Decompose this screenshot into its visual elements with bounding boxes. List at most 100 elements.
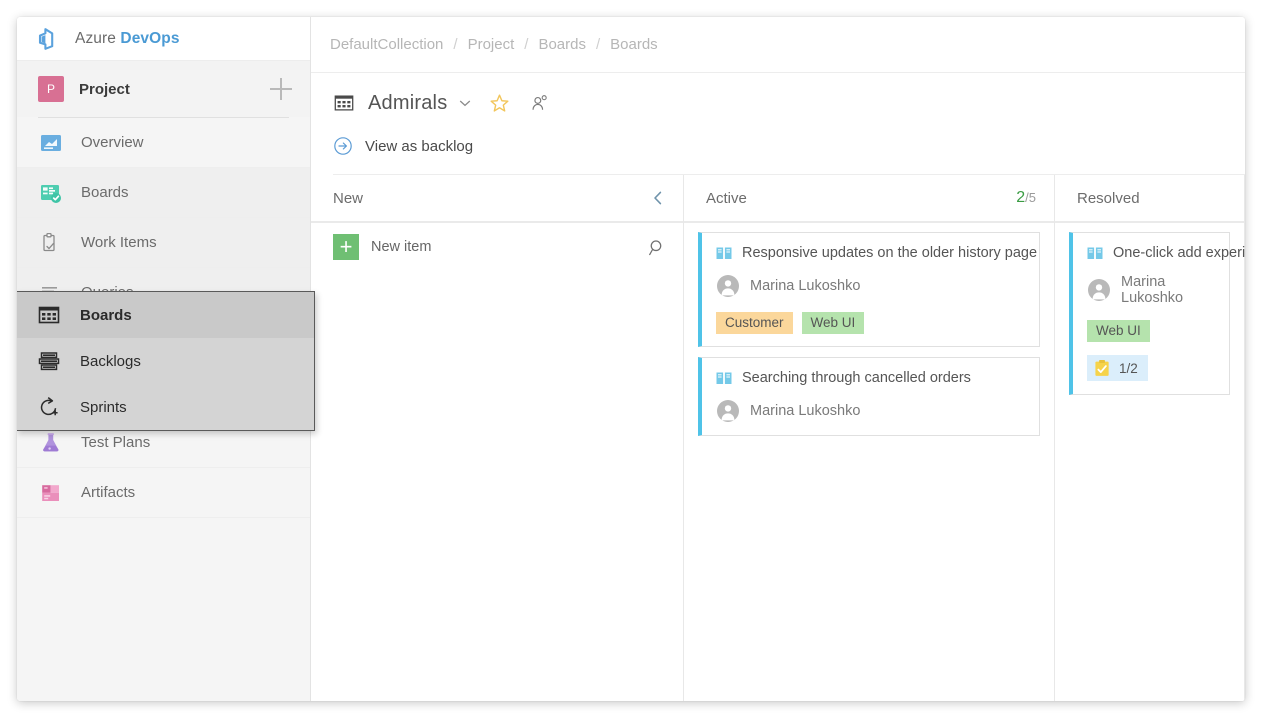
flyout-item-label: Sprints [80,399,127,416]
checklist-count: 1/2 [1119,361,1138,376]
overview-icon [38,130,64,156]
chevron-down-icon[interactable] [458,96,472,110]
sidebar-item-label: Artifacts [81,484,135,501]
assignee-name: Marina Lukoshko [750,278,860,294]
column-header-new: New [311,175,683,223]
column-name: New [333,190,651,207]
view-as-backlog-label: View as backlog [365,138,473,155]
brand-accent: DevOps [120,30,179,47]
breadcrumb-item-page[interactable]: Boards [600,36,668,53]
card-checklist-badge-wrap: 1/2 [1087,342,1215,382]
column-body-new: New item [311,223,683,701]
card-list-resolved: One-click add experience [1055,232,1244,395]
person-avatar-icon [1087,278,1111,302]
person-avatar-icon [716,399,740,423]
sidebar-item-overview[interactable]: Overview [17,118,310,168]
breadcrumb: DefaultCollection / Project / Boards / B… [311,17,1245,73]
board-title-row: Admirals [333,88,1245,118]
sidebar-item-label: Test Plans [81,434,150,451]
breadcrumb-item-hub[interactable]: Boards [528,36,596,53]
task-clipboard-icon [1094,359,1111,377]
board-header: Admirals [311,73,1245,175]
board-grid-icon [333,92,355,114]
plus-icon[interactable] [270,78,292,100]
flyout-item-label: Boards [80,307,132,324]
board-card[interactable]: One-click add experience [1069,232,1230,395]
column-header-resolved: Resolved [1055,175,1244,223]
column-header-active: Active 2/5 [684,175,1054,223]
project-name: Project [79,81,270,98]
boards-flyout-menu: Boards Backlogs [17,291,315,431]
user-story-icon [716,246,732,261]
star-icon[interactable] [489,93,510,114]
flyout-item-label: Backlogs [80,353,141,370]
sidebar-item-label: Work Items [81,234,157,251]
people-icon[interactable] [530,93,550,113]
sidebar-item-label: Overview [81,134,144,151]
brand-title: Azure DevOps [75,30,180,48]
azure-devops-logo-icon [38,28,60,50]
card-title-row: One-click add experience [1087,245,1215,261]
column-name: Active [706,190,1016,207]
board-card[interactable]: Responsive updates on the older history … [698,232,1040,347]
breadcrumb-item-project[interactable]: Project [458,36,525,53]
card-title: One-click add experience [1113,245,1245,261]
work-items-icon [38,230,64,256]
card-tag[interactable]: Customer [716,312,793,334]
flyout-item-boards[interactable]: Boards [17,292,314,338]
new-item-button[interactable]: New item [333,234,431,260]
sprints-icon [37,395,61,419]
card-tag[interactable]: Web UI [1087,320,1150,342]
user-story-icon [1087,246,1103,261]
board-columns: New New item [311,175,1245,701]
board-column-active: Active 2/5 [684,175,1055,701]
brand-bar[interactable]: Azure DevOps [17,17,310,61]
boards-hub-icon [38,180,64,206]
new-item-label: New item [371,239,431,255]
flyout-item-backlogs[interactable]: Backlogs [17,338,314,384]
board-card[interactable]: Searching through cancelled orders [698,357,1040,436]
flyout-item-sprints[interactable]: Sprints [17,384,314,430]
card-tag[interactable]: Web UI [802,312,865,334]
assignee-name: Marina Lukoshko [750,403,860,419]
wip-counter: 2/5 [1016,189,1036,207]
project-avatar: P [38,76,64,102]
column-body-active: Responsive updates on the older history … [684,223,1054,701]
card-title: Responsive updates on the older history … [742,245,1037,261]
backlog-icon [37,349,61,373]
brand-prefix: Azure [75,30,120,47]
card-assignee: Marina Lukoshko [1087,274,1215,306]
sidebar-item-boards-hub[interactable]: Boards [17,168,310,218]
wip-current: 2 [1016,189,1025,206]
person-avatar-icon [716,274,740,298]
card-tags: Customer Web UI [716,312,1025,334]
board-column-new: New New item [311,175,684,701]
sidebar: Azure DevOps P Project Overview [17,17,311,701]
sidebar-item-artifacts[interactable]: Artifacts [17,468,310,518]
main-content: DefaultCollection / Project / Boards / B… [311,17,1245,701]
card-tags: Web UI [1087,320,1215,342]
card-assignee: Marina Lukoshko [716,399,1025,423]
sidebar-item-label: Boards [81,184,129,201]
plus-icon [333,234,359,260]
checklist-badge[interactable]: 1/2 [1087,355,1148,381]
card-title-row: Responsive updates on the older history … [716,245,1025,261]
app-window: Azure DevOps P Project Overview [17,17,1245,701]
view-as-backlog-button[interactable]: View as backlog [333,136,1245,156]
card-assignee: Marina Lukoshko [716,274,1025,298]
column-name: Resolved [1077,190,1226,207]
assignee-name: Marina Lukoshko [1121,274,1215,306]
board-column-resolved: Resolved [1055,175,1245,701]
search-icon[interactable] [648,238,667,257]
column-body-resolved: One-click add experience [1055,223,1244,701]
page-title: Admirals [368,92,447,115]
wip-limit: /5 [1025,190,1036,205]
card-title: Searching through cancelled orders [742,370,971,386]
project-selector[interactable]: P Project [17,61,310,117]
chevron-left-icon[interactable] [651,190,665,206]
breadcrumb-item-collection[interactable]: DefaultCollection [320,36,453,53]
card-list-active: Responsive updates on the older history … [684,232,1054,436]
sidebar-item-work-items[interactable]: Work Items [17,218,310,268]
arrow-right-circle-icon [333,136,353,156]
board-grid-icon [37,303,61,327]
